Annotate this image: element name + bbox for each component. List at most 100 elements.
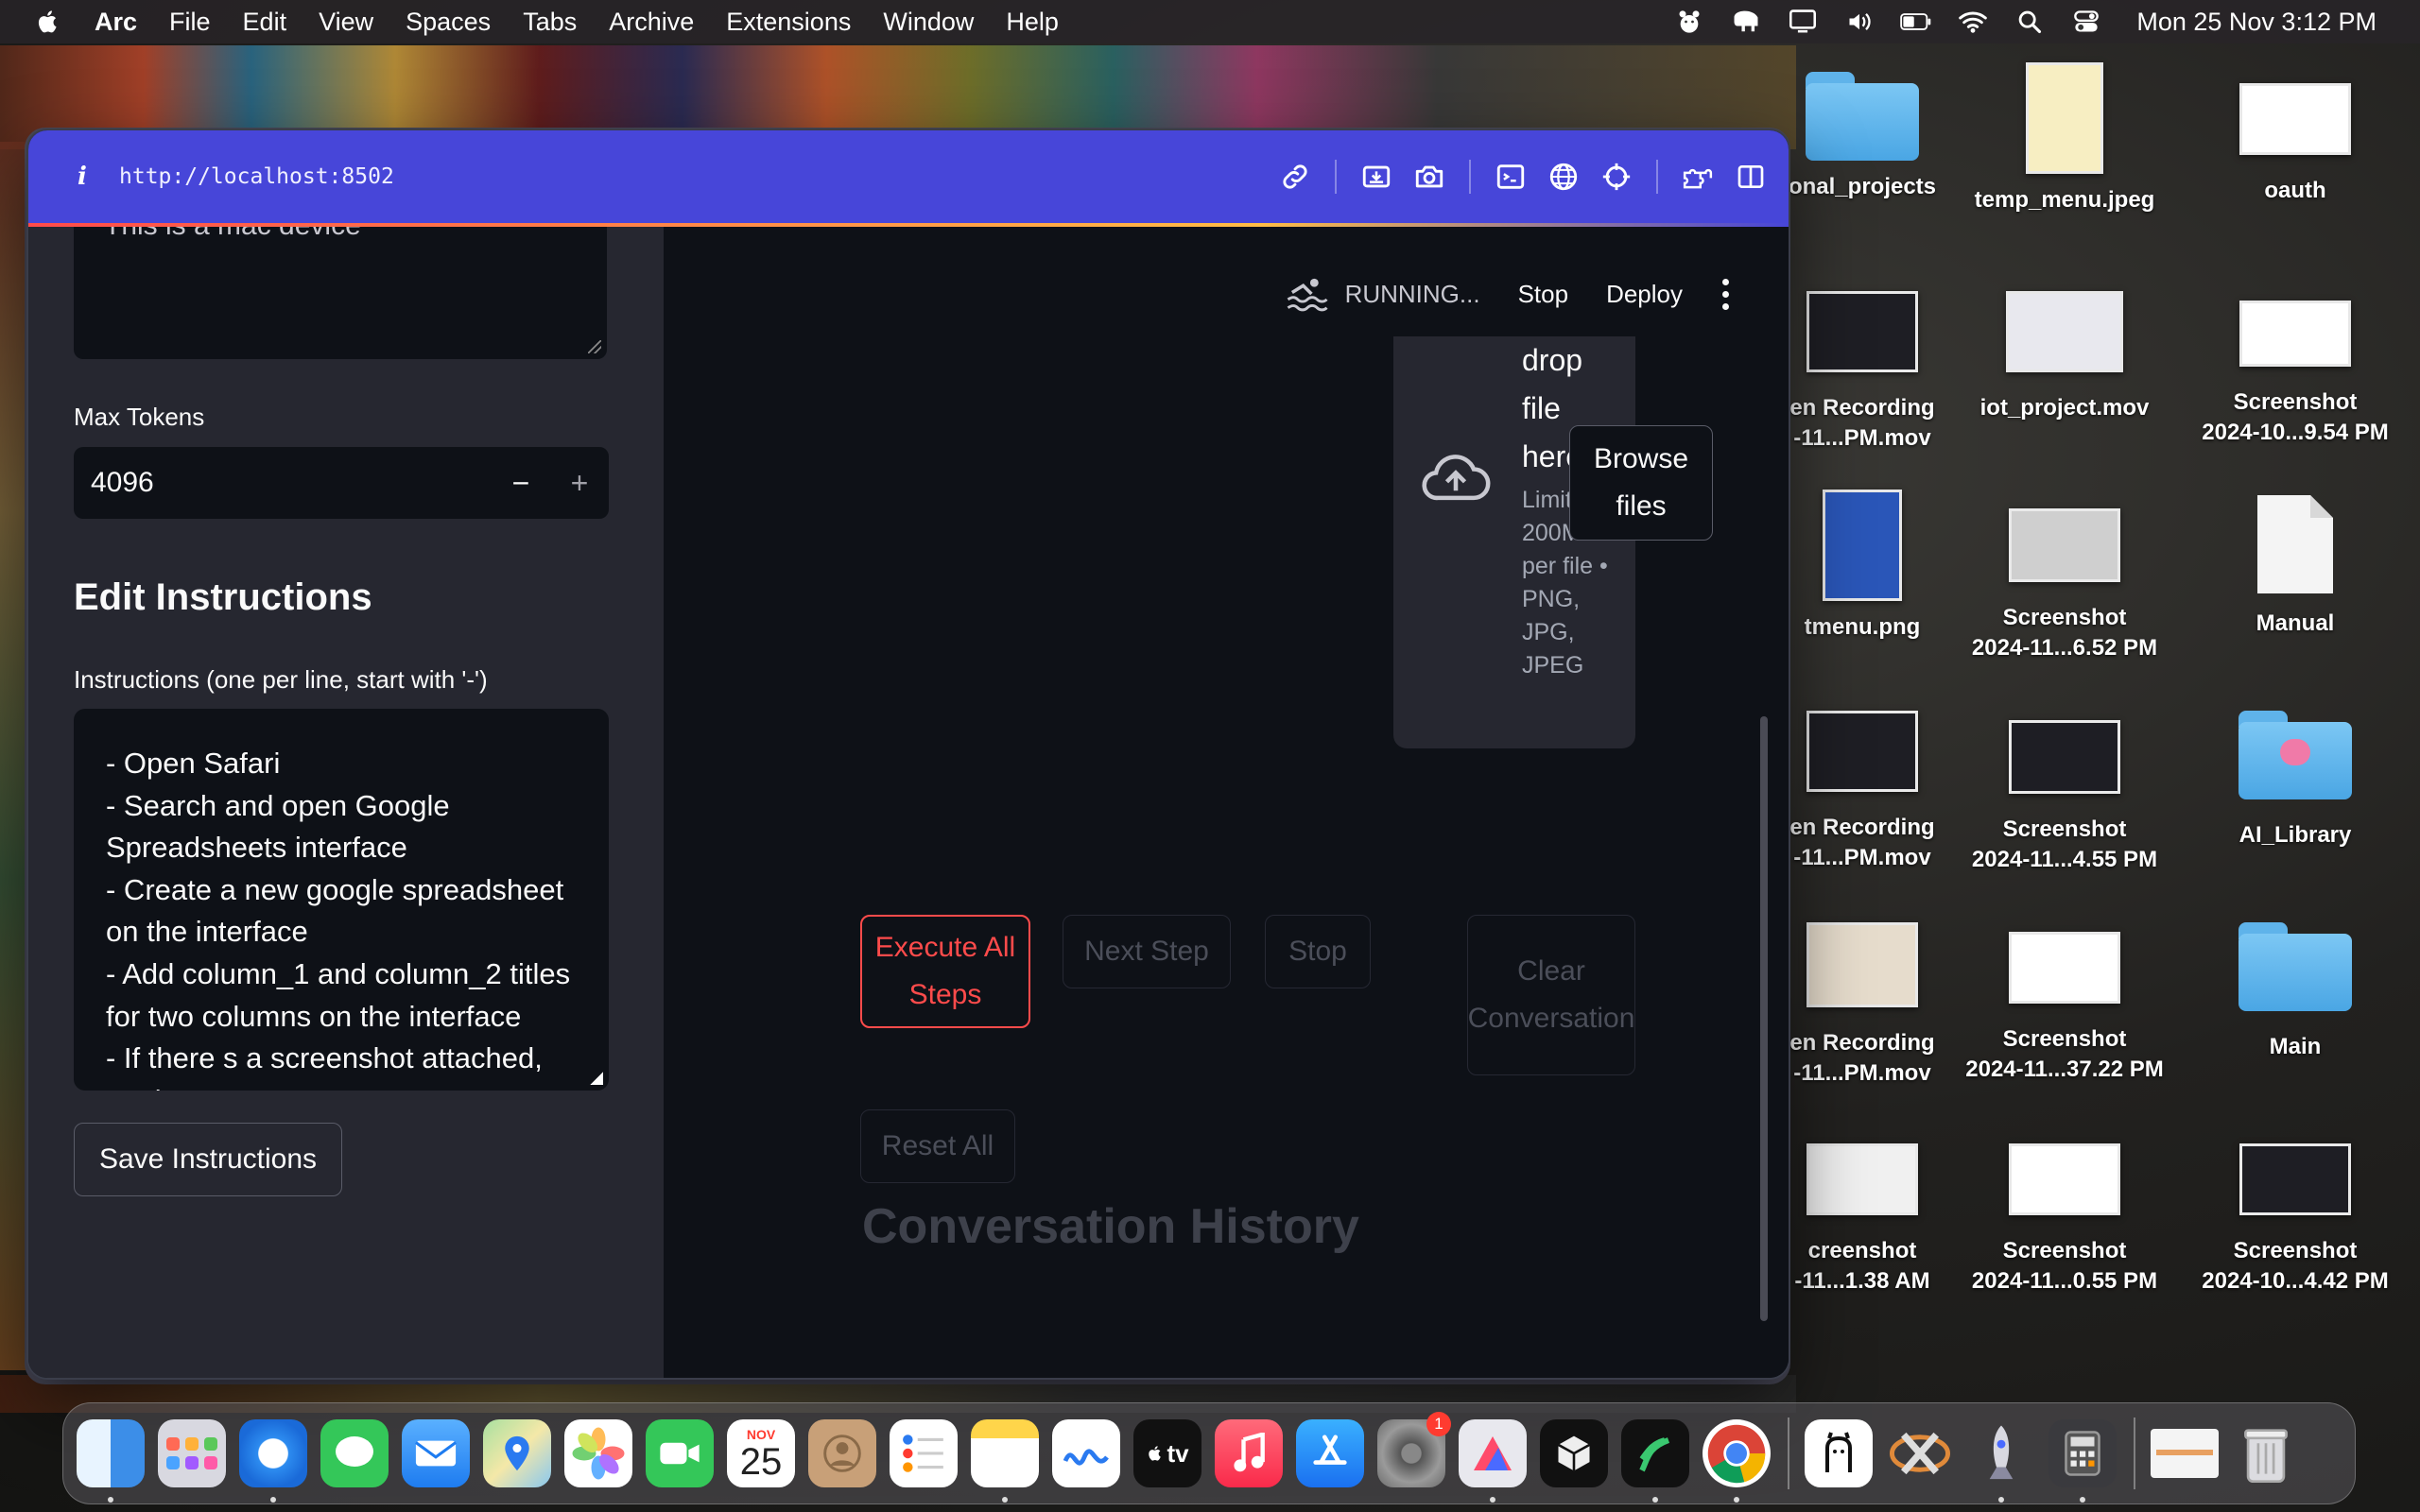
- desktop-item[interactable]: AI_Library: [2182, 711, 2409, 850]
- bar-icon[interactable]: [1621, 1419, 1689, 1503]
- file-dropzone[interactable]: drop file here Limit 200MB per file • PN…: [1393, 336, 1635, 748]
- spotlight-search-icon[interactable]: [2014, 9, 2046, 35]
- messages-icon[interactable]: [320, 1419, 389, 1487]
- maps-icon[interactable]: [483, 1419, 551, 1487]
- reset-all-button[interactable]: Reset All: [860, 1109, 1015, 1183]
- crosshair-icon[interactable]: [1598, 158, 1635, 196]
- desktop-item[interactable]: Screenshot 2024-10...9.54 PM: [2182, 301, 2409, 448]
- execute-all-steps-button[interactable]: Execute All Steps: [860, 915, 1030, 1028]
- desktop-item[interactable]: Screenshot 2024-11...6.52 PM: [1951, 508, 2178, 663]
- control-center-icon[interactable]: [2070, 9, 2102, 35]
- menu-archive[interactable]: Archive: [609, 8, 694, 37]
- toolbar-divider: [1335, 160, 1337, 194]
- desktop-item[interactable]: Screenshot 2024-11...4.55 PM: [1951, 720, 2178, 875]
- cloud-upload-icon: [1422, 455, 1491, 501]
- safari-icon[interactable]: [239, 1419, 307, 1503]
- increment-button[interactable]: +: [550, 447, 609, 519]
- decrement-button[interactable]: −: [492, 447, 550, 519]
- browse-files-button[interactable]: Browse files: [1569, 425, 1713, 541]
- save-instructions-button[interactable]: Save Instructions: [74, 1123, 342, 1196]
- desktop-item[interactable]: Screenshot 2024-11...0.55 PM: [1951, 1143, 2178, 1297]
- terminal-icon[interactable]: [1492, 158, 1530, 196]
- globe-icon[interactable]: [1545, 158, 1582, 196]
- main-scrollbar[interactable]: [1760, 716, 1768, 1321]
- desktop-item[interactable]: iot_project.mov: [1951, 291, 2178, 423]
- chrome-icon[interactable]: [1703, 1419, 1771, 1503]
- freeform-icon[interactable]: [1052, 1419, 1120, 1487]
- ollama-icon[interactable]: [1805, 1419, 1873, 1487]
- music-icon[interactable]: [1215, 1419, 1283, 1487]
- window-thumb-icon[interactable]: [2151, 1429, 2219, 1478]
- menu-view[interactable]: View: [319, 8, 373, 37]
- site-info-icon[interactable]: i: [78, 163, 96, 191]
- max-tokens-input[interactable]: 4096 − +: [74, 447, 609, 519]
- desktop-item-label: Screenshot 2024-11...4.55 PM: [1971, 816, 2158, 872]
- desktop-item[interactable]: Main: [2182, 922, 2409, 1062]
- clear-conversation-button[interactable]: Clear Conversation: [1467, 915, 1635, 1075]
- photos-icon[interactable]: [564, 1419, 632, 1487]
- menu-extensions[interactable]: Extensions: [726, 8, 851, 37]
- finder-icon[interactable]: [77, 1419, 145, 1503]
- reminders-icon[interactable]: [890, 1419, 958, 1487]
- affinity-icon[interactable]: [1459, 1419, 1527, 1503]
- capture-icon[interactable]: [1357, 158, 1395, 196]
- desktop-item[interactable]: Screenshot 2024-11...37.22 PM: [1951, 932, 2178, 1085]
- desktop-item[interactable]: Screenshot 2024-10...4.42 PM: [2182, 1143, 2409, 1297]
- menu-clock[interactable]: Mon 25 Nov 3:12 PM: [2136, 8, 2377, 37]
- x-icon[interactable]: [1886, 1419, 1954, 1487]
- system-settings-icon[interactable]: 1: [1377, 1412, 1451, 1487]
- menu-edit[interactable]: Edit: [243, 8, 287, 37]
- menu-spaces[interactable]: Spaces: [406, 8, 491, 37]
- main-menu-icon[interactable]: [1720, 278, 1730, 310]
- max-tokens-value[interactable]: 4096: [91, 467, 492, 499]
- settings-badge: 1: [1426, 1412, 1451, 1436]
- menu-help[interactable]: Help: [1006, 8, 1059, 37]
- desktop-item[interactable]: Manual: [2182, 491, 2409, 639]
- calendar-icon[interactable]: NOV 25: [727, 1419, 795, 1487]
- notes-icon[interactable]: [971, 1419, 1039, 1503]
- resize-handle-icon[interactable]: [588, 340, 601, 353]
- deploy-button[interactable]: Deploy: [1606, 280, 1683, 309]
- menu-window[interactable]: Window: [883, 8, 974, 37]
- stop-button[interactable]: Stop: [1265, 915, 1371, 988]
- calculator-icon[interactable]: [2048, 1419, 2117, 1503]
- rocket-icon[interactable]: [1967, 1419, 2035, 1503]
- url-text[interactable]: http://localhost:8502: [119, 164, 394, 189]
- resize-handle-icon[interactable]: [590, 1072, 603, 1085]
- facetime-icon[interactable]: [646, 1419, 714, 1487]
- desktop-item-label: Main: [2269, 1034, 2322, 1059]
- extensions-icon[interactable]: [1679, 158, 1717, 196]
- toolbar-divider: [1656, 160, 1658, 194]
- dock-divider: [1788, 1418, 1789, 1489]
- screenshot-thumbnail-icon: [2239, 301, 2351, 367]
- menu-app-name[interactable]: Arc: [95, 8, 137, 37]
- elephant-icon[interactable]: [1730, 9, 1762, 35]
- launchpad-icon[interactable]: [158, 1419, 226, 1487]
- battery-icon[interactable]: [1900, 9, 1932, 35]
- sidebar-toggle-icon[interactable]: [1732, 158, 1770, 196]
- menu-file[interactable]: File: [169, 8, 211, 37]
- camera-icon[interactable]: [1410, 158, 1448, 196]
- apple-icon[interactable]: [34, 8, 62, 36]
- wifi-icon[interactable]: [1957, 9, 1989, 35]
- video-thumbnail-icon: [1806, 291, 1918, 372]
- next-step-button[interactable]: Next Step: [1063, 915, 1231, 988]
- screenshot-thumbnail-icon: [2239, 83, 2351, 155]
- trash-icon[interactable]: [2232, 1419, 2300, 1487]
- tv-icon[interactable]: tv: [1133, 1419, 1201, 1487]
- volume-icon[interactable]: [1843, 9, 1876, 35]
- bear-icon[interactable]: [1673, 9, 1705, 35]
- menu-tabs[interactable]: Tabs: [523, 8, 577, 37]
- desktop-item[interactable]: temp_menu.jpeg: [1951, 62, 2178, 215]
- mail-icon[interactable]: [402, 1419, 470, 1487]
- display-icon[interactable]: [1787, 9, 1819, 35]
- app-store-icon[interactable]: [1296, 1419, 1364, 1487]
- device-context-textarea[interactable]: This is a mac device: [74, 227, 607, 359]
- stop-run-button[interactable]: Stop: [1518, 280, 1569, 309]
- instructions-textarea[interactable]: - Open Safari - Search and open Google S…: [74, 709, 609, 1091]
- cube-icon[interactable]: [1540, 1419, 1608, 1487]
- max-tokens-label: Max Tokens: [74, 403, 205, 431]
- desktop-item[interactable]: oauth: [2182, 83, 2409, 206]
- contacts-icon[interactable]: [808, 1419, 876, 1487]
- link-icon[interactable]: [1276, 158, 1314, 196]
